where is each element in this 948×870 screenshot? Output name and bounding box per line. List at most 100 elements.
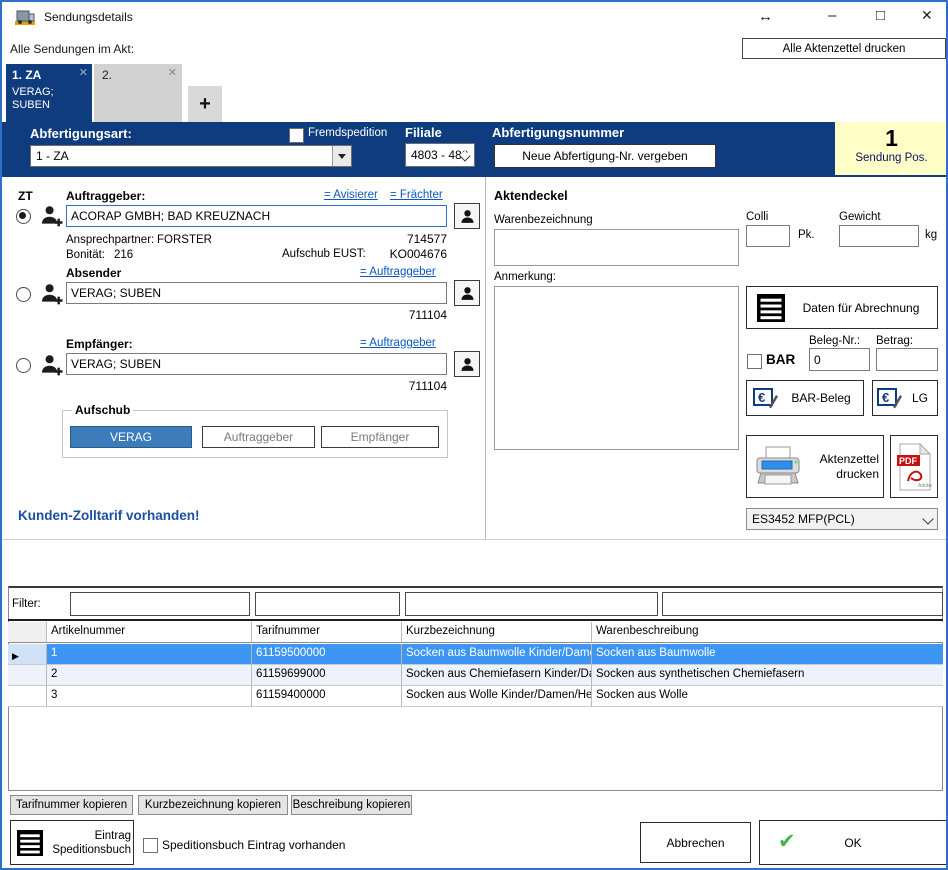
minimize-icon[interactable]: – [828,7,836,24]
aufschub-verag-button[interactable]: VERAG [70,426,192,448]
abfertigungsart-label: Abfertigungsart: [30,126,132,141]
tab-close-icon[interactable]: ✕ [168,66,177,79]
fraechter-link[interactable]: = Frächter [390,189,443,201]
empfaenger-input[interactable] [66,353,447,375]
empfaenger-auftraggeber-link[interactable]: = Auftraggeber [360,337,436,349]
absender-contact-button[interactable] [454,280,480,306]
filter-tarifnummer-input[interactable] [255,592,400,616]
avisierer-link[interactable]: = Avisierer [324,189,378,201]
absender-number: 711104 [352,308,447,322]
column-header-warenbeschreibung[interactable]: Warenbeschreibung [592,622,943,643]
copy-tarifnummer-button[interactable]: Tarifnummer kopieren [10,795,133,815]
warenbezeichnung-textarea[interactable] [494,229,739,266]
betrag-input[interactable] [876,348,938,371]
ok-label: OK [844,836,861,850]
gewicht-input[interactable] [839,225,919,247]
eintrag-speditionsbuch-button[interactable]: Eintrag Speditionsbuch [10,820,134,865]
all-shipments-label: Alle Sendungen im Akt: [10,42,134,56]
bar-beleg-button[interactable]: € BAR-Beleg [746,380,864,416]
printer-icon [753,445,803,489]
empfaenger-radio[interactable] [16,358,31,373]
beleg-nr-label: Beleg-Nr.: [809,335,860,347]
person-icon [459,208,476,225]
add-tab-button[interactable]: + [188,86,222,122]
cell-tarifnummer: 61159400000 [252,686,402,707]
fremdspedition-checkbox[interactable] [289,128,304,143]
gewicht-label: Gewicht [839,211,881,223]
aufschub-eust-value: KO004676 [352,247,447,261]
abfertigungsart-select[interactable]: 1 - ZA [30,145,352,167]
ok-button[interactable]: ✔ OK [759,820,947,865]
auftraggeber-label: Auftraggeber: [66,189,145,203]
column-header-kurzbezeichnung[interactable]: Kurzbezeichnung [402,622,592,643]
auftraggeber-contact-button[interactable] [454,203,480,229]
filiale-select[interactable]: 4803 - 480 [405,143,475,167]
row-selector-icon: ▶ [8,644,47,665]
row-selector-cell [8,686,47,707]
copy-beschreibung-button[interactable]: Beschreibung kopieren [291,795,412,815]
column-header-artikelnummer[interactable]: Artikelnummer [47,622,252,643]
panel-divider [485,177,486,539]
cell-warenbeschreibung: Socken aus Wolle [592,686,943,707]
absender-auftraggeber-link[interactable]: = Auftraggeber [360,266,436,278]
cell-kurzbezeichnung: Socken aus Baumwolle Kinder/Damen/Herren [402,644,592,665]
maximize-icon[interactable]: □ [876,7,885,24]
aufschub-group-label: Aufschub [72,403,133,417]
cancel-button[interactable]: Abbrechen [640,822,751,863]
filter-artikelnummer-input[interactable] [70,592,250,616]
print-all-aktenzettel-button[interactable]: Alle Aktenzettel drucken [742,38,946,59]
colli-input[interactable] [746,225,790,247]
bar-checkbox[interactable] [747,354,762,369]
empfaenger-contact-button[interactable] [454,351,480,377]
lg-button[interactable]: € LG [872,380,938,416]
aufschub-empfaenger-button[interactable]: Empfänger [321,426,439,448]
filter-warenbeschreibung-input[interactable] [662,592,943,616]
person-add-icon[interactable] [40,204,63,227]
table-row[interactable]: 3 61159400000 Socken aus Wolle Kinder/Da… [8,686,943,707]
list-icon [17,830,43,856]
person-add-icon[interactable] [40,282,63,305]
cell-warenbeschreibung: Socken aus synthetischen Chemiefasern [592,665,943,686]
chevron-down-icon[interactable] [922,513,933,524]
svg-text:PDF: PDF [899,456,918,466]
absender-input[interactable] [66,282,447,304]
anmerkung-textarea[interactable] [494,286,739,450]
anmerkung-label: Anmerkung: [494,271,556,283]
aktenzettel-drucken-button[interactable]: Aktenzettel drucken [746,435,884,498]
resize-icon[interactable]: ↔ [758,8,773,25]
pdf-icon: PDF Adobe [896,443,932,491]
table-row[interactable]: ▶ 1 61159500000 Socken aus Baumwolle Kin… [8,644,943,665]
speditionsbuch-check-label: Speditionsbuch Eintrag vorhanden [162,838,345,852]
table-row[interactable]: 2 61159699000 Socken aus Chemiefasern Ki… [8,665,943,686]
svg-text:Adobe: Adobe [918,483,932,489]
app-truck-icon [14,8,36,26]
auftraggeber-input[interactable] [66,205,447,227]
filter-kurzbezeichnung-input[interactable] [405,592,658,616]
copy-kurzbezeichnung-button[interactable]: Kurzbezeichnung kopieren [138,795,288,815]
tab-close-icon[interactable]: ✕ [79,66,88,79]
pdf-button[interactable]: PDF Adobe [890,435,938,498]
column-header-tarifnummer[interactable]: Tarifnummer [252,622,402,643]
new-abfertigung-nr-button[interactable]: Neue Abfertigung-Nr. vergeben [494,144,716,168]
tab-title: 2. [102,68,112,82]
row-selector-cell [8,665,47,686]
auftraggeber-radio[interactable] [16,209,31,224]
cell-artikelnummer: 1 [47,644,252,665]
speditionsbuch-checkbox[interactable] [143,838,158,853]
absender-radio[interactable] [16,287,31,302]
warenbezeichnung-label: Warenbezeichnung [494,214,593,226]
bonitaet-value: 216 [114,249,133,261]
close-icon[interactable]: ✕ [921,7,933,24]
person-add-icon[interactable] [40,353,63,376]
aktendeckel-title: Aktendeckel [494,189,568,203]
tab-shipment-1[interactable]: 1. ZA ✕ VERAG; SUBEN [6,64,92,122]
printer-select[interactable]: ES3452 MFP(PCL) [746,508,938,530]
kg-label: kg [925,229,937,241]
cell-kurzbezeichnung: Socken aus Wolle Kinder/Damen/Heeren [402,686,592,707]
filter-label: Filter: [12,598,41,610]
daten-abrechnung-button[interactable]: Daten für Abrechnung [746,286,938,329]
beleg-nr-input[interactable] [809,348,870,371]
dropdown-arrow-icon[interactable] [332,146,351,166]
aufschub-auftraggeber-button[interactable]: Auftraggeber [202,426,315,448]
tab-shipment-2[interactable]: 2. ✕ [94,64,182,122]
